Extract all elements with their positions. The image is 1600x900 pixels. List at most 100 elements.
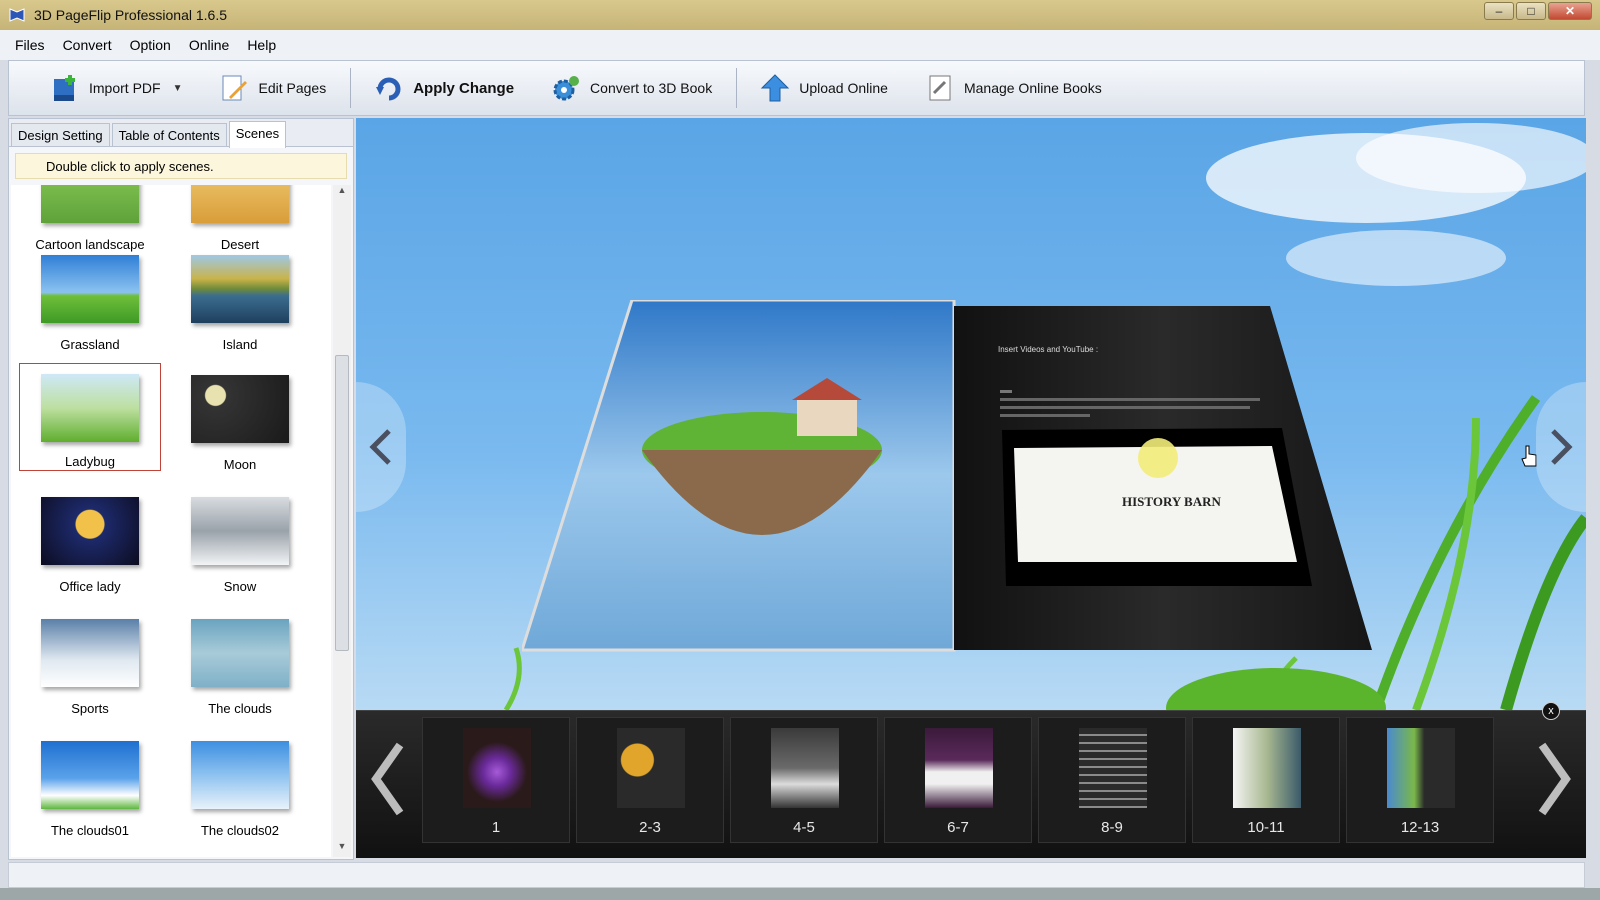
manage-online-books-label: Manage Online Books: [963, 80, 1102, 96]
menu-option[interactable]: Option: [121, 33, 180, 57]
toolbar: Import PDF ▼ Edit Pages Apply Change Con…: [8, 60, 1585, 116]
scene-island[interactable]: Island: [169, 255, 311, 352]
left-panel: Design Setting Table of Contents Scenes …: [8, 118, 354, 860]
thumbnail-page-number: 2-3: [639, 819, 661, 836]
edit-pages-label: Edit Pages: [258, 80, 327, 96]
panel-tabs: Design Setting Table of Contents Scenes: [9, 119, 353, 148]
thumbnail-page-number: 8-9: [1101, 819, 1123, 836]
toolbar-separator: [736, 68, 738, 108]
scene-the-clouds02[interactable]: The clouds02: [169, 741, 311, 838]
scene-thumbnail: [41, 255, 139, 323]
page-thumbnail[interactable]: 6-7: [884, 717, 1032, 843]
thumbnail-page-number: 6-7: [947, 819, 969, 836]
upload-online-label: Upload Online: [799, 80, 888, 96]
scene-label: Ladybug: [65, 454, 115, 469]
manage-online-books-button[interactable]: Manage Online Books: [924, 68, 1102, 108]
scene-thumbnail: [41, 497, 139, 565]
scene-desert[interactable]: Desert: [169, 185, 311, 252]
edit-pages-button[interactable]: Edit Pages: [218, 68, 326, 108]
scene-snow[interactable]: Snow: [169, 497, 311, 594]
scene-the-clouds01[interactable]: The clouds01: [19, 741, 161, 838]
apply-change-label: Apply Change: [413, 79, 515, 97]
thumbnail-image: [771, 728, 839, 808]
thumbnail-page-number: 1: [491, 819, 501, 836]
page-thumbnail[interactable]: 12-13: [1346, 717, 1494, 843]
scene-list-scrollbar[interactable]: ▲ ▼: [333, 185, 351, 857]
edit-pages-icon: [218, 72, 250, 104]
scroll-up-icon[interactable]: ▲: [333, 185, 351, 201]
scene-thumbnail: [191, 619, 289, 687]
scene-label: Snow: [223, 579, 257, 594]
thumbnail-image: [925, 728, 993, 808]
scene-label: Grassland: [60, 337, 120, 352]
tab-design-setting[interactable]: Design Setting: [11, 123, 110, 146]
thumbnail-page-number: 10-11: [1247, 819, 1285, 836]
menu-help[interactable]: Help: [238, 33, 285, 57]
scene-sports[interactable]: Sports: [19, 619, 161, 716]
scene-label: Island: [222, 337, 258, 352]
thumbnail-image: [617, 728, 685, 808]
upload-arrow-icon: [759, 72, 791, 104]
scene-ladybug[interactable]: Ladybug: [19, 363, 161, 471]
title-bar: 3D PageFlip Professional 1.6.5 – □ ✕: [0, 0, 1600, 30]
apply-change-button[interactable]: Apply Change: [373, 68, 514, 108]
upload-online-button[interactable]: Upload Online: [759, 68, 888, 108]
scene-list: Cartoon landscape Desert Grassland Islan…: [11, 185, 331, 857]
open-book: Insert Videos and YouTube : HISTORY BARN: [522, 300, 1372, 652]
video-title: HISTORY BARN: [1122, 494, 1221, 509]
manage-books-icon: [924, 72, 956, 104]
scene-cartoon-landscape[interactable]: Cartoon landscape: [19, 185, 161, 252]
scene-thumbnail: [191, 185, 289, 223]
scene-label: The clouds02: [200, 823, 280, 838]
page-thumbnail[interactable]: 4-5: [730, 717, 878, 843]
convert-3d-button[interactable]: Convert to 3D Book: [550, 68, 712, 108]
scene-label: Desert: [220, 237, 260, 252]
thumbnail-image: [1387, 728, 1455, 808]
close-strip-button[interactable]: x: [1542, 702, 1560, 720]
scene-thumbnail: [41, 619, 139, 687]
scene-thumbnail: [191, 741, 289, 809]
scene-grassland[interactable]: Grassland: [19, 255, 161, 352]
import-pdf-label: Import PDF: [89, 80, 161, 96]
strip-next-icon[interactable]: [1534, 739, 1574, 819]
page-thumbnail[interactable]: 10-11: [1192, 717, 1340, 843]
tab-scenes[interactable]: Scenes: [228, 121, 287, 148]
minimize-button[interactable]: –: [1484, 2, 1514, 20]
window-title: 3D PageFlip Professional 1.6.5: [34, 7, 227, 23]
import-pdf-icon: [49, 72, 81, 104]
thumbnail-strip: x 1 2-3 4-5 6-7 8-9 10-11 12-13: [356, 702, 1586, 858]
close-button[interactable]: ✕: [1548, 2, 1592, 20]
scene-office-lady[interactable]: Office lady: [19, 497, 161, 594]
scene-label: Sports: [71, 701, 109, 716]
desktop-edge: [0, 888, 1600, 900]
thumbnail-image: [1079, 728, 1147, 808]
menu-online[interactable]: Online: [180, 33, 238, 57]
strip-prev-icon[interactable]: [368, 739, 408, 819]
tab-table-of-contents[interactable]: Table of Contents: [111, 123, 227, 146]
scrollbar-thumb[interactable]: [335, 355, 349, 651]
menu-files[interactable]: Files: [6, 33, 54, 57]
menu-bar: Files Convert Option Online Help: [0, 30, 1600, 60]
scroll-down-icon[interactable]: ▼: [333, 841, 351, 857]
convert-3d-label: Convert to 3D Book: [590, 80, 713, 96]
scene-the-clouds[interactable]: The clouds: [169, 619, 311, 716]
chevron-left-icon: [369, 429, 391, 465]
scene-label: The clouds01: [50, 823, 130, 838]
menu-convert[interactable]: Convert: [54, 33, 121, 57]
thumbnail-image: [463, 728, 531, 808]
thumbnail-page-number: 4-5: [793, 819, 815, 836]
scene-thumbnail: [191, 255, 289, 323]
refresh-icon: [373, 72, 405, 104]
scene-moon[interactable]: Moon: [169, 375, 311, 472]
book-right-heading: Insert Videos and YouTube :: [998, 345, 1098, 354]
chevron-down-icon[interactable]: ▼: [173, 83, 183, 94]
thumbnail-image: [1233, 728, 1301, 808]
import-pdf-button[interactable]: Import PDF ▼: [49, 68, 182, 108]
page-thumbnail[interactable]: 8-9: [1038, 717, 1186, 843]
page-thumbnail[interactable]: 2-3: [576, 717, 724, 843]
app-icon: [9, 8, 25, 22]
maximize-button[interactable]: □: [1516, 2, 1546, 20]
page-thumbnail[interactable]: 1: [422, 717, 570, 843]
scene-thumbnail: [41, 374, 139, 442]
status-bar: [8, 862, 1585, 888]
